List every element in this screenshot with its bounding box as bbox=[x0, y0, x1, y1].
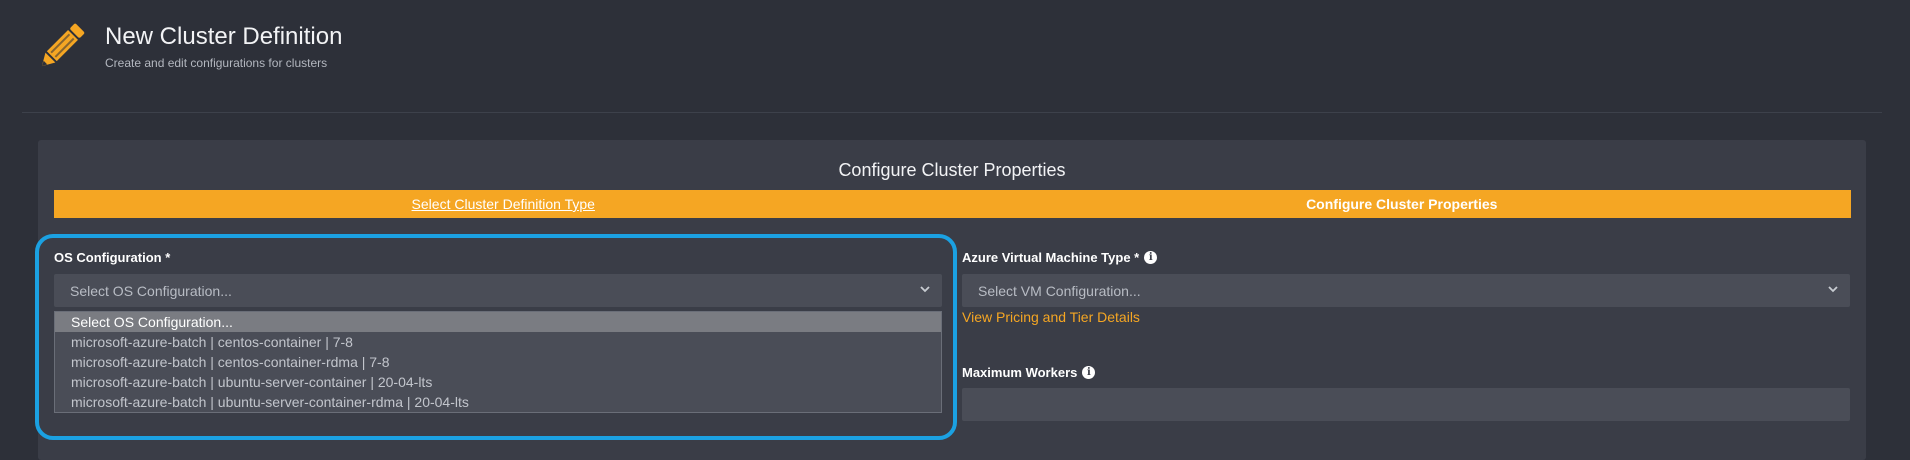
os-configuration-dropdown: Select OS Configuration... microsoft-azu… bbox=[54, 311, 942, 413]
max-workers-input[interactable] bbox=[962, 388, 1850, 421]
vm-type-label-text: Azure Virtual Machine Type * bbox=[962, 250, 1140, 265]
os-option-centos-container[interactable]: microsoft-azure-batch | centos-container… bbox=[55, 332, 941, 352]
os-option-placeholder[interactable]: Select OS Configuration... bbox=[55, 312, 941, 332]
os-configuration-select[interactable]: Select OS Configuration... bbox=[54, 274, 942, 307]
panel-title: Configure Cluster Properties bbox=[838, 160, 1066, 180]
os-configuration-label-text: OS Configuration * bbox=[54, 250, 171, 265]
header-divider bbox=[22, 112, 1882, 113]
vm-type-label: Azure Virtual Machine Type * i bbox=[962, 250, 1158, 265]
os-configuration-label: OS Configuration * bbox=[54, 250, 170, 265]
step-select-cluster-type[interactable]: Select Cluster Definition Type bbox=[54, 190, 953, 218]
wizard-steps: Select Cluster Definition Type Configure… bbox=[54, 190, 1851, 218]
vm-type-select-value: Select VM Configuration... bbox=[978, 282, 1141, 299]
os-option-ubuntu-server-container[interactable]: microsoft-azure-batch | ubuntu-server-co… bbox=[55, 372, 941, 392]
vm-type-select[interactable]: Select VM Configuration... bbox=[962, 274, 1850, 307]
chevron-down-icon bbox=[920, 286, 930, 293]
pencil-icon bbox=[41, 23, 85, 67]
os-configuration-select-value: Select OS Configuration... bbox=[70, 282, 232, 299]
info-icon[interactable]: i bbox=[1082, 366, 1096, 379]
page-subtitle: Create and edit configurations for clust… bbox=[105, 56, 328, 70]
page-title: New Cluster Definition bbox=[105, 23, 343, 50]
os-option-centos-container-rdma[interactable]: microsoft-azure-batch | centos-container… bbox=[55, 352, 941, 372]
view-pricing-link[interactable]: View Pricing and Tier Details bbox=[962, 309, 1140, 325]
os-option-ubuntu-server-container-rdma[interactable]: microsoft-azure-batch | ubuntu-server-co… bbox=[55, 392, 941, 412]
step-configure-properties[interactable]: Configure Cluster Properties bbox=[953, 190, 1852, 218]
max-workers-label: Maximum Workers i bbox=[962, 365, 1096, 380]
page-header: New Cluster Definition Create and edit c… bbox=[0, 0, 1910, 112]
max-workers-label-text: Maximum Workers bbox=[962, 365, 1078, 380]
chevron-down-icon bbox=[1828, 286, 1838, 293]
info-icon[interactable]: i bbox=[1144, 251, 1158, 264]
